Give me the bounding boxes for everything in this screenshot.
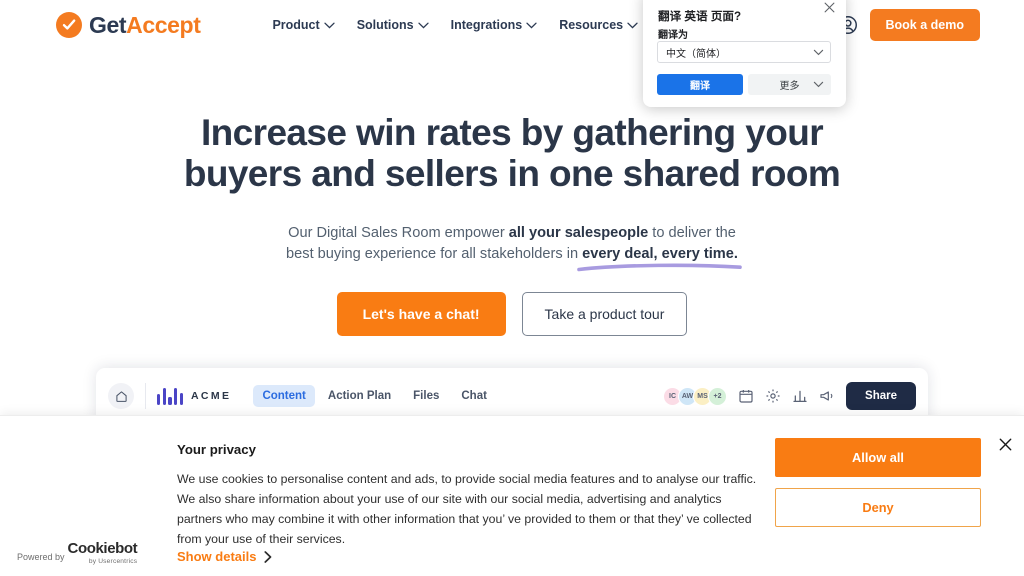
hero-title-line-2: buyers and sellers in one shared room: [183, 153, 841, 195]
cookie-banner-body: Your privacy We use cookies to personali…: [177, 442, 757, 549]
tab-action-plan[interactable]: Action Plan: [319, 385, 400, 407]
hero-section: Increase win rates by gathering your buy…: [0, 50, 1024, 337]
chevron-down-icon: [813, 49, 824, 56]
underline-stroke-icon: [577, 263, 742, 272]
target-language-select[interactable]: 中文（简体）: [657, 41, 831, 63]
nav-label-integrations: Integrations: [450, 18, 523, 32]
translate-popup: 翻译 英语 页面? 翻译为 中文（简体） 翻译 更多: [643, 0, 846, 107]
hero-sub-1-bold: all your salespeople: [508, 224, 649, 241]
mock-toolbar: IC AW MS +2 Share: [663, 382, 916, 410]
nav-item-resources[interactable]: Resources: [559, 18, 638, 32]
nav-label-resources: Resources: [559, 18, 624, 32]
mock-tab-bar: Content Action Plan Files Chat: [253, 385, 495, 407]
more-options-label: 更多: [779, 81, 800, 92]
target-language-value: 中文（简体）: [666, 48, 726, 60]
tab-files[interactable]: Files: [404, 385, 448, 407]
hero-cta-group: Let's have a chat! Take a product tour: [0, 292, 1024, 337]
powered-by-label: Powered by: [17, 552, 65, 562]
show-details-label: Show details: [177, 549, 257, 564]
hero-sub-2-pre: best buying experience for all stakehold…: [286, 245, 583, 262]
tab-content[interactable]: Content: [253, 385, 315, 407]
cookie-banner-title: Your privacy: [177, 442, 256, 457]
close-cookie-banner-button[interactable]: [994, 433, 1016, 455]
translate-to-label: 翻译为: [658, 30, 688, 41]
book-a-demo-button[interactable]: Book a demo: [869, 9, 980, 41]
cookie-consent-banner: Your privacy We use cookies to personali…: [0, 415, 1024, 576]
close-icon: [999, 438, 1011, 450]
cookiebot-logo: Cookiebot by Usercentrics: [68, 540, 138, 565]
close-icon: [824, 2, 834, 12]
main-navigation: Product Solutions Integrations Resources: [272, 18, 638, 32]
hero-sub-1-post: to deliver the: [648, 224, 736, 241]
chevron-down-icon: [627, 22, 638, 29]
chevron-down-icon: [813, 81, 824, 88]
calendar-icon[interactable]: [738, 388, 754, 404]
acme-bars-icon: [157, 387, 183, 405]
chevron-down-icon: [417, 22, 429, 29]
nav-item-solutions[interactable]: Solutions: [357, 18, 429, 32]
chevron-down-icon: [526, 22, 537, 29]
acme-brand: ACME: [157, 387, 231, 405]
logo-text-accept: Accept: [126, 11, 201, 38]
chevron-down-icon: [324, 22, 335, 29]
avatar-group: IC AW MS +2: [663, 386, 728, 406]
megaphone-icon[interactable]: [819, 388, 835, 404]
hero-sub-1-pre: Our Digital Sales Room empower: [288, 224, 509, 241]
acme-brand-name: ACME: [190, 390, 232, 402]
close-translate-popup-button[interactable]: [820, 0, 838, 16]
home-button[interactable]: [108, 383, 134, 409]
cookie-banner-text: We use cookies to personalise content an…: [177, 472, 757, 547]
getaccept-checkmark-icon: [56, 12, 82, 38]
divider: [145, 383, 146, 409]
cookiebot-subtitle: by Usercentrics: [88, 558, 138, 565]
bar-chart-icon[interactable]: [792, 388, 808, 404]
hero-subtitle: Our Digital Sales Room empower all your …: [0, 223, 1024, 272]
cookie-banner-actions: Allow all Deny: [775, 438, 981, 527]
nav-item-product[interactable]: Product: [272, 18, 335, 32]
nav-item-integrations[interactable]: Integrations: [451, 18, 538, 32]
nav-label-solutions: Solutions: [356, 18, 414, 32]
home-icon: [115, 390, 127, 402]
gear-icon[interactable]: [765, 388, 781, 404]
logo-text-get: Get: [89, 11, 127, 38]
take-a-product-tour-button[interactable]: Take a product tour: [521, 292, 688, 337]
translate-popup-title: 翻译 英语 页面?: [658, 10, 742, 23]
cookiebot-name: Cookiebot: [67, 540, 138, 557]
site-header: GetAccept Product Solutions Integrations…: [0, 0, 1024, 50]
nav-label-product: Product: [272, 18, 320, 32]
chevron-right-icon: [264, 550, 272, 563]
show-details-link[interactable]: Show details: [177, 549, 272, 564]
getaccept-logo-text: GetAccept: [89, 11, 201, 39]
hero-title-line-1: Increase win rates by gathering your: [201, 112, 824, 153]
avatar-overflow[interactable]: +2: [708, 386, 728, 406]
lets-have-a-chat-button[interactable]: Let's have a chat!: [336, 292, 506, 337]
tab-chat[interactable]: Chat: [452, 385, 496, 407]
deny-button[interactable]: Deny: [775, 488, 981, 527]
cookiebot-attribution[interactable]: Powered by Cookiebot by Usercentrics: [17, 540, 138, 565]
getaccept-logo[interactable]: GetAccept: [56, 11, 201, 39]
hero-highlight-wrap: every deal, every time.: [577, 244, 742, 272]
share-button[interactable]: Share: [846, 382, 916, 410]
more-options-button[interactable]: 更多: [748, 74, 831, 95]
allow-all-button[interactable]: Allow all: [775, 438, 981, 477]
page-root: GetAccept Product Solutions Integrations…: [0, 0, 1024, 576]
translate-button[interactable]: 翻译: [657, 74, 743, 95]
page-title: Increase win rates by gathering your buy…: [0, 112, 1024, 195]
hero-sub-2-bold: every deal, every time.: [582, 245, 738, 262]
